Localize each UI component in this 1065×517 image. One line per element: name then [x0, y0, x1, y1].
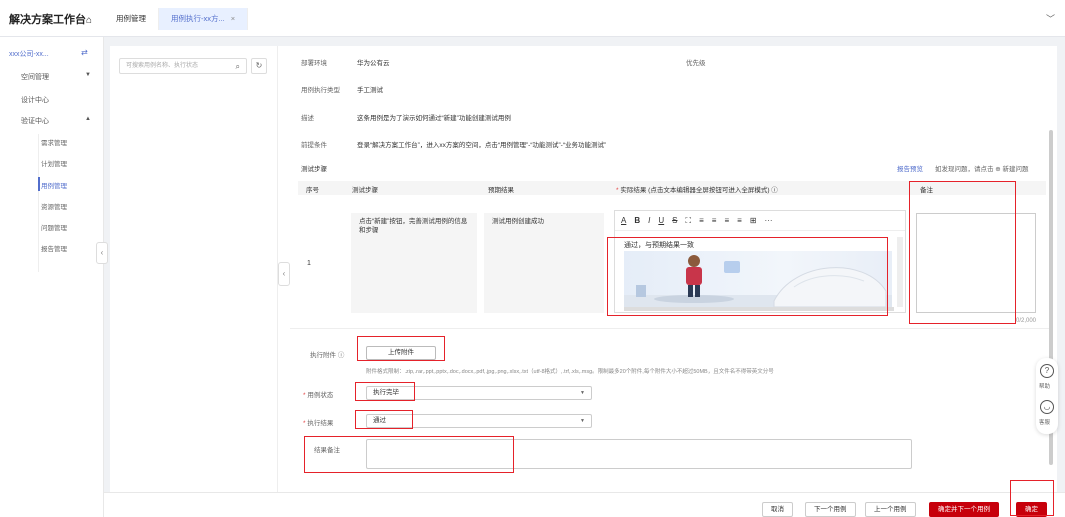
upload-hint: 附件格式限制：.zip,.rar,.ppt,.pptx,.doc,.docx,.…: [366, 369, 774, 375]
priority-label: 优先级: [686, 60, 706, 67]
next-case-button[interactable]: 下一个用例: [805, 502, 856, 517]
justify-icon[interactable]: ≡: [737, 216, 742, 225]
new-issue-link[interactable]: 如发现问题，请点击 ⊕ 新建问题: [935, 163, 1029, 173]
project-selector[interactable]: xxx公司-xx... ⇄: [9, 48, 88, 59]
help-icon[interactable]: ?: [1040, 364, 1054, 378]
section-divider: [290, 328, 1050, 329]
app-title: 解决方案工作台⌂: [9, 14, 93, 26]
tree-search-input[interactable]: 可搜索用例名称、执行状态 ⌕: [119, 58, 247, 74]
italic-icon[interactable]: I: [648, 216, 650, 225]
annotation-box-memo: [909, 181, 1016, 324]
sidebar-item-space[interactable]: 空间管理 ▼: [21, 72, 91, 82]
memo-char-count: 0/2,000: [1016, 318, 1037, 324]
sidebar-item-verify[interactable]: 验证中心 ▲: [21, 116, 91, 126]
step-expected-result[interactable]: 测试用例创建成功: [484, 213, 604, 313]
step-description[interactable]: 点击“新建”按钮，完善测试用例的信息和步骤: [351, 213, 477, 313]
annotation-box-result: [355, 410, 413, 429]
tab-case-execution[interactable]: 用例执行-xx方... ×: [159, 8, 249, 30]
editor-toolbar: A B I U S ⛶ ≡ ≡ ≡ ≡ ⊞ ···: [615, 211, 905, 231]
more-icon[interactable]: ···: [764, 216, 772, 225]
attachment-label: 执行附件 ⓘ: [310, 352, 345, 359]
sidebar: xxx公司-xx... ⇄ 空间管理 ▼ 设计中心 验证中心 ▲ 需求管理 计划管理…: [0, 37, 104, 517]
tab-case-management[interactable]: 用例管理: [104, 8, 159, 30]
footer-bar: [104, 492, 1065, 517]
annotation-box-upload: [357, 336, 445, 361]
align-center-icon[interactable]: ≡: [712, 216, 717, 225]
strikethrough-icon[interactable]: S: [672, 216, 677, 225]
search-icon[interactable]: ⌕: [236, 60, 240, 74]
step-number: 1: [307, 260, 311, 267]
tab-bar: 用例管理 用例执行-xx方... ×: [104, 8, 249, 30]
case-tree-panel: 可搜索用例名称、执行状态 ⌕ ↻: [110, 46, 278, 492]
sidebar-item-issues[interactable]: 问题管理: [41, 222, 67, 232]
sidebar-item-requirements[interactable]: 需求管理: [41, 137, 67, 147]
description-label: 描述: [301, 115, 314, 122]
swap-icon[interactable]: ⇄: [81, 48, 88, 57]
active-indicator: [38, 177, 40, 191]
sidebar-item-plans[interactable]: 计划管理: [41, 158, 67, 168]
bold-icon[interactable]: B: [634, 216, 640, 225]
col-expected: 预期结果: [488, 187, 514, 194]
precondition-value: 登录“解决方案工作台”，进入xx方案的空间，点击“用例管理”-“功能测试”-“业…: [357, 142, 607, 149]
caret-up-icon: ▲: [85, 116, 91, 122]
dropdown-arrow-icon: ▼: [580, 390, 585, 396]
panel-collapse-handle[interactable]: ‹: [278, 262, 290, 286]
align-right-icon[interactable]: ≡: [724, 216, 729, 225]
annotation-box-confirm: [1010, 480, 1054, 516]
precondition-label: 前提条件: [301, 142, 327, 149]
font-color-icon[interactable]: A: [621, 216, 626, 225]
case-status-label: * 用例状态: [303, 392, 334, 399]
underline-icon[interactable]: U: [658, 216, 664, 225]
editor-vertical-scrollbar[interactable]: [897, 237, 903, 307]
annotation-box-remark: [304, 436, 514, 473]
sidebar-item-design[interactable]: 设计中心: [21, 95, 49, 105]
col-step: 测试步骤: [352, 187, 378, 194]
help-label[interactable]: 帮助: [1039, 382, 1050, 390]
sidebar-item-cases[interactable]: 用例管理: [41, 180, 67, 190]
col-num: 序号: [306, 187, 319, 194]
chevron-down-icon[interactable]: ﹀: [1046, 12, 1055, 25]
confirm-next-button[interactable]: 确定并下一个用例: [929, 502, 999, 517]
sidebar-collapse-handle[interactable]: ‹: [96, 242, 108, 264]
deploy-env-label: 部署环境: [301, 60, 327, 67]
top-bar: 解决方案工作台⌂ 用例管理 用例执行-xx方... × ﹀: [0, 0, 1065, 37]
description-value: 这条用例是为了演示如何通过“新建”功能创建测试用例: [357, 115, 511, 122]
headset-icon[interactable]: ◡: [1040, 400, 1054, 414]
close-icon[interactable]: ×: [231, 14, 235, 23]
service-label[interactable]: 客服: [1039, 418, 1050, 426]
sidebar-item-reports[interactable]: 报告管理: [41, 243, 67, 253]
col-actual: * 实际结果 (点击文本编辑器全屏按钮可进入全屏模式) ⓘ: [616, 187, 778, 194]
exec-result-label: * 执行结果: [303, 420, 334, 427]
table-icon[interactable]: ⊞: [750, 216, 757, 225]
annotation-box-actual-result: [607, 237, 888, 316]
help-icon[interactable]: ⓘ: [771, 187, 778, 194]
fullscreen-icon[interactable]: ⛶: [685, 216, 691, 226]
annotation-box-status: [355, 382, 415, 401]
exec-type-label: 用例执行类型: [301, 87, 340, 94]
submenu-line: [38, 134, 39, 272]
sidebar-item-resources[interactable]: 资源管理: [41, 201, 67, 211]
deploy-env-value: 华为公有云: [357, 60, 390, 67]
report-preview-link[interactable]: 报告预览: [897, 163, 923, 173]
exec-type-value: 手工测试: [357, 87, 383, 94]
help-float-panel: ? 帮助 ◡ 客服: [1036, 358, 1058, 434]
cancel-button[interactable]: 取消: [762, 502, 793, 517]
caret-down-icon: ▼: [85, 72, 91, 78]
dropdown-arrow-icon: ▼: [580, 418, 585, 424]
help-icon[interactable]: ⓘ: [338, 352, 345, 359]
prev-case-button[interactable]: 上一个用例: [865, 502, 916, 517]
home-icon[interactable]: ⌂: [86, 15, 92, 26]
refresh-icon[interactable]: ↻: [251, 58, 267, 74]
align-left-icon[interactable]: ≡: [699, 216, 704, 225]
steps-title: 测试步骤: [301, 166, 327, 173]
